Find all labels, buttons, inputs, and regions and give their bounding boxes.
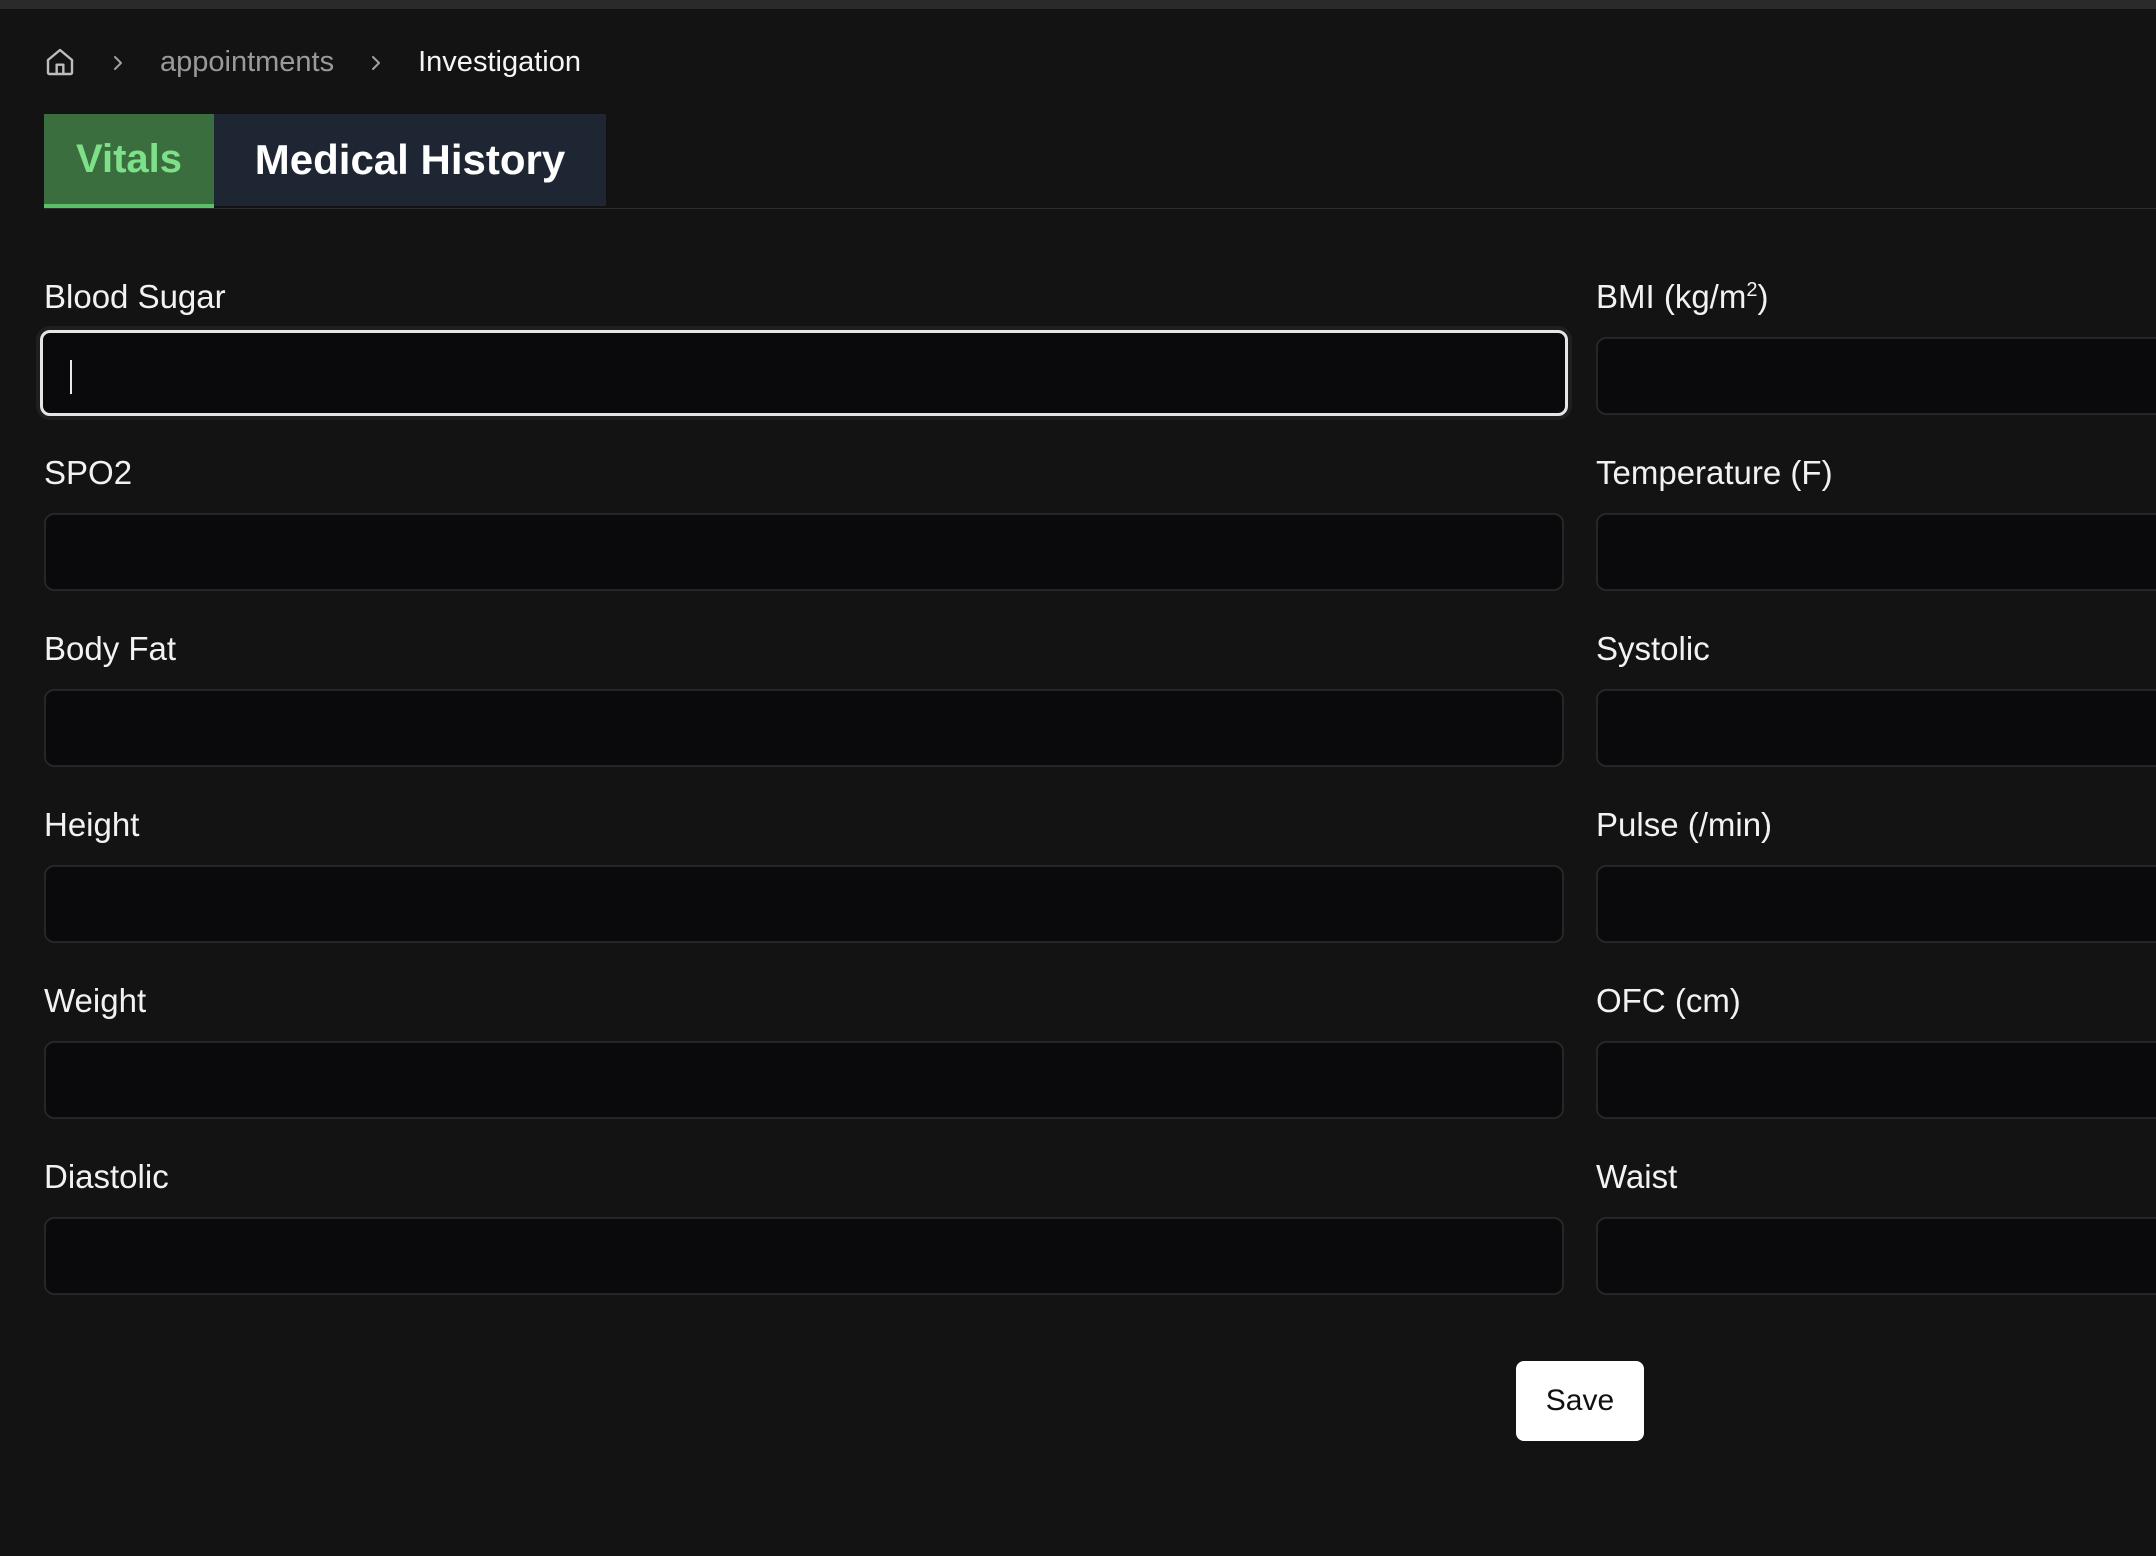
chevron-right-icon xyxy=(106,50,130,74)
pulse-input[interactable] xyxy=(1596,865,2156,943)
systolic-input[interactable] xyxy=(1596,689,2156,767)
tab-vitals[interactable]: Vitals xyxy=(44,114,214,208)
weight-input[interactable] xyxy=(44,1041,1564,1119)
bmi-label-main: BMI (kg/m xyxy=(1596,278,1747,315)
bmi-label-end: ) xyxy=(1757,278,1769,315)
home-icon[interactable] xyxy=(44,46,76,78)
save-button[interactable]: Save xyxy=(1516,1361,1644,1441)
bmi-input[interactable] xyxy=(1596,337,2156,415)
blood-sugar-input[interactable] xyxy=(40,330,1568,416)
bmi-label: BMI (kg/m2) xyxy=(1596,278,1768,316)
height-label: Height xyxy=(44,806,140,843)
spo2-input[interactable] xyxy=(44,513,1564,591)
breadcrumb-investigation: Investigation xyxy=(418,45,581,78)
body-fat-input[interactable] xyxy=(44,689,1564,767)
ofc-label: OFC (cm) xyxy=(1596,982,1741,1019)
waist-label: Waist xyxy=(1596,1158,1678,1195)
top-border xyxy=(0,0,2156,9)
body-fat-label: Body Fat xyxy=(44,630,177,667)
text-caret xyxy=(70,360,72,394)
blood-sugar-label: Blood Sugar xyxy=(44,278,226,315)
waist-input[interactable] xyxy=(1596,1217,2156,1295)
tab-bar: Vitals Medical History xyxy=(44,114,2156,209)
temperature-label: Temperature (F) xyxy=(1596,454,1833,491)
chevron-right-icon xyxy=(364,50,388,74)
temperature-input[interactable] xyxy=(1596,513,2156,591)
diastolic-input[interactable] xyxy=(44,1217,1564,1295)
tab-medical-history[interactable]: Medical History xyxy=(214,114,606,206)
bmi-label-superscript: 2 xyxy=(1746,279,1758,301)
breadcrumb-appointments[interactable]: appointments xyxy=(160,46,334,79)
diastolic-label: Diastolic xyxy=(44,1158,169,1195)
ofc-input[interactable] xyxy=(1596,1041,2156,1119)
spo2-label: SPO2 xyxy=(44,454,133,491)
weight-label: Weight xyxy=(44,982,147,1019)
breadcrumb: appointments Investigation xyxy=(44,44,581,80)
pulse-label: Pulse (/min) xyxy=(1596,806,1773,843)
systolic-label: Systolic xyxy=(1596,630,1710,667)
height-input[interactable] xyxy=(44,865,1564,943)
